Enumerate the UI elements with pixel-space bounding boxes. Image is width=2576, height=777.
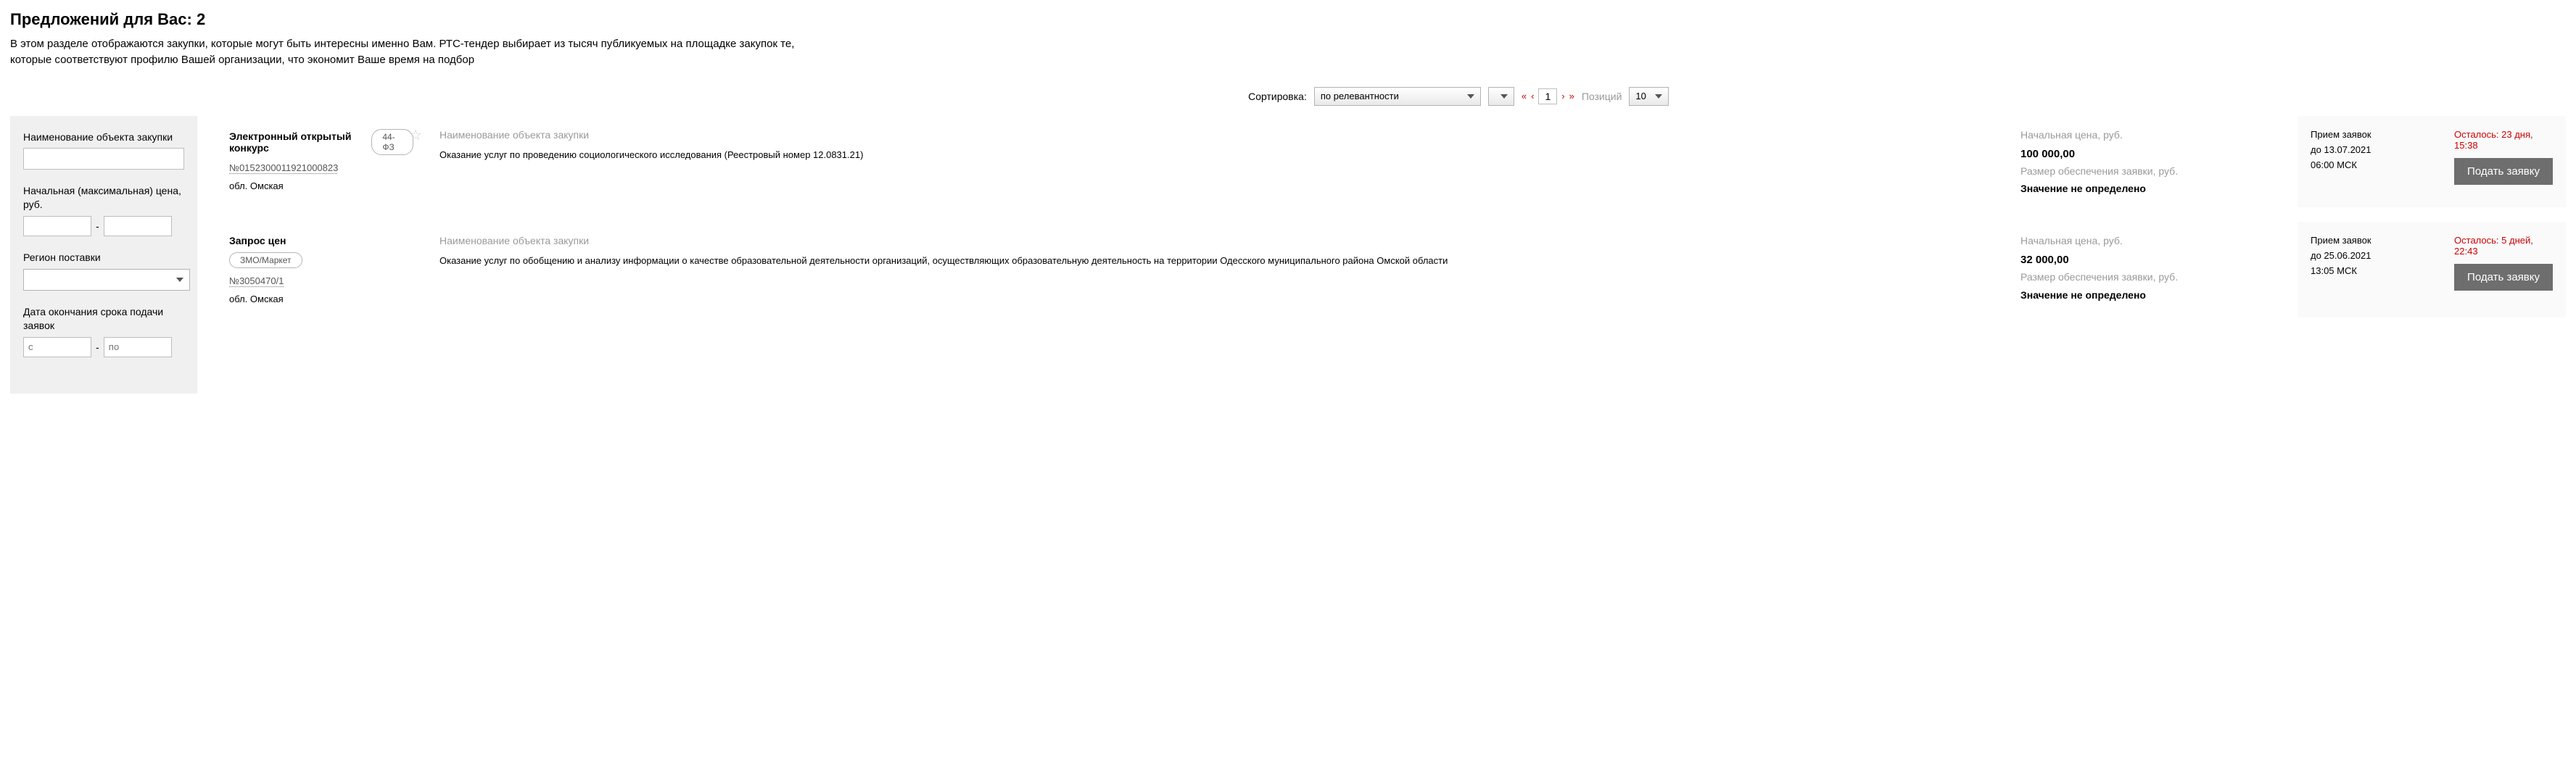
apply-time: 13:05 МСК — [2311, 265, 2443, 276]
filter-price-label: Начальная (максимальная) цена, руб. — [23, 184, 184, 212]
price-label: Начальная цена, руб. — [2020, 235, 2284, 246]
remaining-time: Осталось: 23 дня, 15:38 — [2454, 129, 2553, 151]
apply-button[interactable]: Подать заявку — [2454, 264, 2553, 291]
filter-date-to[interactable] — [104, 337, 172, 357]
pager: « ‹ 1 › » — [1522, 88, 1574, 104]
procedure-type: Электронный открытый конкурс — [229, 130, 364, 154]
deposit-value: Значение не определено — [2020, 183, 2284, 194]
object-label: Наименование объекта закупки — [439, 129, 1994, 141]
filters-panel: Наименование объекта закупки Начальная (… — [10, 116, 197, 394]
law-badge: 44-ФЗ — [371, 129, 413, 155]
filter-deadline-label: Дата окончания срока подачи заявок — [23, 305, 184, 333]
prev-page-icon[interactable]: ‹ — [1531, 91, 1534, 101]
filter-region-select[interactable] — [23, 269, 190, 291]
last-page-icon[interactable]: » — [1569, 91, 1574, 101]
result-card: Электронный открытый конкурс 44-ФЗ №0152… — [216, 116, 2566, 208]
registry-link[interactable]: №0152300011921000823 — [229, 162, 338, 173]
result-card: Запрос цен ЗМО/Маркет №3050470/1 обл. Ом… — [216, 222, 2566, 317]
filter-price-to[interactable] — [104, 216, 172, 236]
object-label: Наименование объекта закупки — [439, 235, 1994, 246]
page-title: Предложений для Вас: 2 — [10, 10, 2566, 29]
sort-select[interactable]: по релевантности — [1314, 87, 1481, 106]
positions-value: 10 — [1635, 91, 1646, 101]
deposit-label: Размер обеспечения заявки, руб. — [2020, 270, 2284, 285]
price-value: 32 000,00 — [2020, 254, 2284, 266]
apply-until: до 25.06.2021 — [2311, 250, 2443, 261]
first-page-icon[interactable]: « — [1522, 91, 1527, 101]
next-page-icon[interactable]: › — [1561, 91, 1564, 101]
deposit-value: Значение не определено — [2020, 289, 2284, 301]
range-sep2: - — [96, 341, 99, 353]
filter-region-label: Регион поставки — [23, 251, 184, 265]
filter-date-from[interactable] — [23, 337, 91, 357]
page-intro: В этом разделе отображаются закупки, кот… — [10, 36, 830, 68]
positions-label: Позиций — [1582, 91, 1622, 102]
filter-name-input[interactable] — [23, 148, 184, 170]
positions-select[interactable]: 10 — [1629, 87, 1668, 106]
region: обл. Омская — [229, 180, 413, 191]
apply-time: 06:00 МСК — [2311, 159, 2443, 170]
sort-value: по релевантности — [1321, 91, 1399, 101]
sort-extra-select[interactable] — [1488, 87, 1514, 106]
registry-link[interactable]: №3050470/1 — [229, 275, 284, 286]
law-badge: ЗМО/Маркет — [229, 252, 302, 268]
star-icon[interactable]: ☆ — [409, 126, 422, 144]
sort-toolbar: Сортировка: по релевантности « ‹ 1 › » П… — [351, 87, 2566, 106]
apply-title: Прием заявок — [2311, 235, 2443, 246]
price-label: Начальная цена, руб. — [2020, 129, 2284, 141]
price-value: 100 000,00 — [2020, 148, 2284, 160]
deposit-label: Размер обеспечения заявки, руб. — [2020, 165, 2284, 179]
object-desc: Оказание услуг по обобщению и анализу ин… — [439, 254, 1994, 268]
range-sep: - — [96, 220, 99, 232]
sort-label: Сортировка: — [1248, 91, 1307, 102]
procedure-type: Запрос цен — [229, 235, 413, 246]
filter-price-from[interactable] — [23, 216, 91, 236]
filter-name-label: Наименование объекта закупки — [23, 130, 184, 144]
object-desc: Оказание услуг по проведению социологиче… — [439, 148, 1994, 162]
page-number: 1 — [1538, 88, 1557, 104]
apply-until: до 13.07.2021 — [2311, 144, 2443, 155]
results-list: Электронный открытый конкурс 44-ФЗ №0152… — [216, 116, 2566, 318]
apply-title: Прием заявок — [2311, 129, 2443, 140]
apply-button[interactable]: Подать заявку — [2454, 158, 2553, 185]
remaining-time: Осталось: 5 дней, 22:43 — [2454, 235, 2553, 257]
region: обл. Омская — [229, 294, 413, 304]
